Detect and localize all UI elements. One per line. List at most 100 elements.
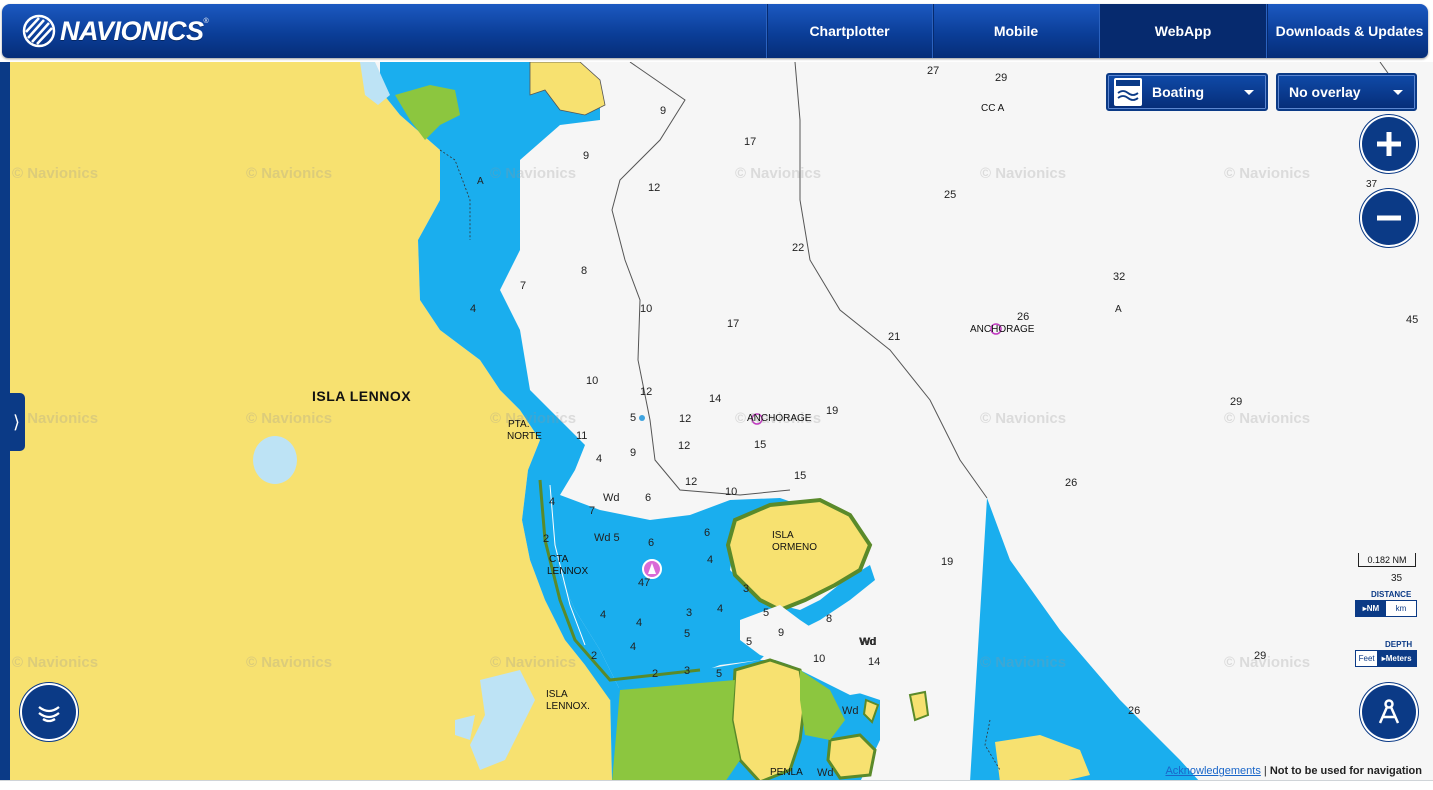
watermark: © Navionics [980, 410, 1067, 427]
zoom-in-button[interactable] [1362, 117, 1416, 171]
depth-sounding: Wd [842, 705, 859, 717]
watermark: © Navionics [1224, 165, 1311, 182]
sonar-waves-icon [38, 706, 60, 723]
zoom-out-button[interactable] [1362, 191, 1416, 245]
depth-sounding: 4 [549, 496, 556, 508]
navigation-disclaimer: Not to be used for navigation [1269, 765, 1422, 777]
nav-webapp[interactable]: WebApp [1099, 4, 1266, 58]
watermark: © Navionics [1224, 654, 1311, 671]
depth-sounding: 5 [763, 607, 770, 619]
watermark: © Navionics [12, 165, 99, 182]
depth-sounding: 11 [576, 430, 588, 442]
depth-sounding: 10 [586, 375, 599, 387]
minus-icon [1377, 215, 1401, 221]
depth-sounding: 2 [543, 533, 550, 545]
depth-sounding: Wd [859, 636, 876, 648]
watermark: © Navionics [735, 165, 822, 182]
overlay-dropdown[interactable]: No overlay [1276, 73, 1417, 111]
depth-sounding: 22 [792, 242, 805, 254]
depth-label: DEPTH [1385, 640, 1413, 649]
depth-sounding: 5 [630, 412, 637, 424]
depth-sounding: 29 [1254, 650, 1267, 662]
main-nav: Chartplotter Mobile WebApp Downloads & U… [766, 4, 1428, 58]
depth-sounding: 4 [596, 453, 603, 465]
watermark: © Navionics [980, 654, 1067, 671]
scale-bar-label: 0.182 NM [1367, 554, 1407, 565]
place-anchorage: ANCHORAGE [747, 413, 812, 424]
plus-icon [1377, 132, 1401, 156]
depth-sounding: 19 [826, 405, 839, 417]
watermark: © Navionics [490, 165, 577, 182]
depth-sounding: 5 [684, 628, 691, 640]
place-pta-norte-line1: PTA. [508, 419, 530, 430]
footer-separator: | [1263, 765, 1267, 777]
depth-sounding: 12 [685, 476, 698, 488]
depth-sounding: 3 [684, 665, 691, 677]
depth-sounding: 2 [652, 668, 659, 680]
distance-km-option[interactable]: km [1386, 601, 1416, 616]
place-isla-lennox-south-line1: ISLA [546, 689, 568, 700]
distance-nm-option[interactable]: ▸ NM [1356, 601, 1386, 616]
boating-mode-icon [1114, 78, 1142, 106]
side-panel-toggle[interactable]: ⟩ [8, 393, 25, 451]
depth-sounding: 12 [678, 440, 691, 452]
depth-sounding: 12 [679, 413, 692, 425]
place-pta-norte-line2: NORTE [507, 431, 542, 442]
depth-sounding: 10 [640, 303, 653, 315]
depth-sounding: 8 [826, 613, 833, 625]
depth-sounding: 47 [638, 577, 651, 589]
place-cta-lennox-line2: LENNOX [547, 566, 589, 577]
header-bar: NAVIONICS ® Chartplotter Mobile WebApp Do… [2, 4, 1428, 58]
navionics-logo-icon [22, 14, 56, 48]
depth-meters-option[interactable]: ▸ Meters [1377, 651, 1416, 666]
depth-sounding: 6 [704, 527, 711, 539]
nav-downloads-label: Downloads & Updates [1275, 23, 1424, 39]
nav-mobile[interactable]: Mobile [932, 4, 1099, 58]
scale-bar: 0.182 NM [1358, 553, 1416, 567]
depth-sounding: 6 [645, 492, 652, 504]
depth-sounding: 2 [591, 650, 598, 662]
depth-sounding: A [1115, 304, 1122, 315]
depth-sounding: 35 [1391, 573, 1403, 584]
watermark: © Navionics [246, 165, 333, 182]
mode-dropdown[interactable]: Boating [1106, 73, 1268, 111]
navionics-logo[interactable]: NAVIONICS ® [22, 13, 209, 49]
depth-sounding: 12 [648, 182, 661, 194]
depth-sounding: 8 [581, 265, 588, 277]
depth-sounding: 15 [754, 439, 767, 451]
nav-chartplotter-label: Chartplotter [809, 23, 890, 39]
depth-feet-option[interactable]: Feet [1356, 651, 1377, 666]
watermark: © Navionics [246, 410, 333, 427]
acknowledgements-link[interactable]: Acknowledgements [1165, 765, 1260, 777]
depth-meters-label: Meters [1385, 654, 1412, 663]
map-footer: Acknowledgements | Not to be used for na… [1165, 765, 1422, 777]
nav-webapp-label: WebApp [1154, 23, 1212, 39]
distance-km-label: km [1395, 604, 1407, 613]
place-isla-ormeno-line2: ORMENO [772, 542, 817, 553]
nautical-chart-map[interactable]: © Navionics © Navionics © Navionics © Na… [0, 62, 1433, 782]
place-cta-lennox-line1: CTA [549, 554, 569, 565]
distance-nm-label: NM [1366, 604, 1380, 613]
depth-sounding: 27 [927, 65, 940, 77]
depth-sounding: 4 [717, 603, 724, 615]
depth-sounding: 19 [941, 556, 954, 568]
route-button[interactable] [1362, 685, 1416, 739]
place-cc-a: CC A [981, 103, 1005, 114]
place-isla-lennox: ISLA LENNOX [312, 388, 412, 404]
depth-sounding: A [477, 176, 484, 187]
nav-downloads-updates[interactable]: Downloads & Updates [1266, 4, 1428, 58]
place-anchorage: ANCHORAGE [970, 324, 1035, 335]
registered-mark: ® [203, 17, 209, 25]
depth-unit-toggle: Feet ▸ Meters [1355, 650, 1417, 667]
compass-route-icon [1378, 699, 1400, 724]
depth-sounding: 5 [746, 636, 753, 648]
distance-unit-toggle: ▸ NM km [1355, 600, 1417, 617]
nav-chartplotter[interactable]: Chartplotter [766, 4, 932, 58]
depth-sounding: 45 [1406, 314, 1419, 326]
depth-sounding: 26 [1017, 311, 1030, 323]
sonarchart-button[interactable] [22, 685, 76, 739]
depth-sounding: Wd [817, 767, 834, 779]
watermark: © Navionics [490, 410, 577, 427]
depth-sounding: 14 [868, 656, 881, 668]
header: NAVIONICS ® Chartplotter Mobile WebApp Do… [0, 0, 1433, 62]
